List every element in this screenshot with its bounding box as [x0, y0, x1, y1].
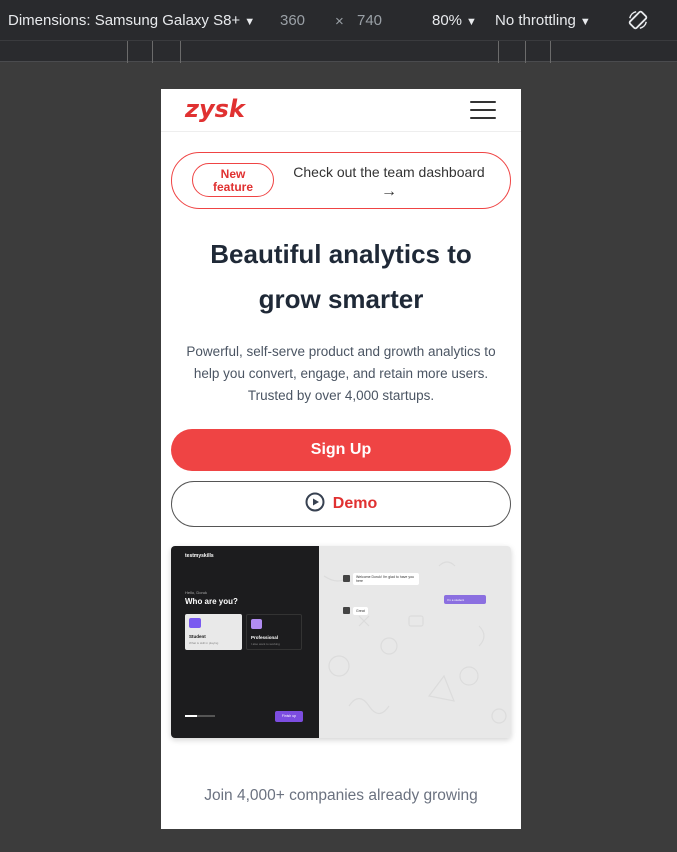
card1-subtitle: What is skill in playing	[189, 641, 219, 645]
announcement-banner[interactable]: New feature Check out the team dashboard…	[171, 152, 511, 209]
dimensions-label: Dimensions: Samsung Galaxy S8+	[8, 12, 241, 29]
preview-user-reply: I'm a student	[444, 595, 486, 604]
ruler-tick	[550, 41, 551, 63]
zysk-logo[interactable]: zysk	[183, 95, 255, 125]
preview-chat-panel: Welcome Doruk! I'm glad to have you here…	[319, 546, 511, 738]
new-feature-badge: New feature	[192, 163, 274, 197]
hero-headline: Beautiful analytics to grow smarter	[210, 239, 472, 314]
ruler-tick	[525, 41, 526, 63]
arrow-right-icon: →	[381, 183, 397, 200]
dimensions-dropdown[interactable]: Dimensions: Samsung Galaxy S8+ ▼	[8, 12, 255, 29]
product-preview-image: testmyskills Hello, Doruk Who are you? S…	[171, 546, 511, 738]
preview-progress-bar	[185, 715, 215, 717]
times-icon: ×	[335, 13, 344, 30]
badge-line2: feature	[212, 180, 253, 194]
throttling-label: No throttling	[495, 12, 576, 29]
menu-line	[470, 117, 496, 119]
ruler-tick	[180, 41, 181, 63]
preview-student-card: Student What is skill in playing	[185, 614, 242, 650]
chevron-down-icon: ▼	[579, 16, 591, 28]
chevron-down-icon: ▼	[466, 16, 477, 28]
device-viewport: zysk New feature Check out the team dash…	[161, 89, 521, 829]
card1-title: Student	[189, 634, 206, 639]
preview-onboarding-panel: testmyskills Hello, Doruk Who are you? S…	[171, 546, 319, 738]
logo-text: zysk	[184, 95, 247, 123]
ruler-tick	[152, 41, 153, 63]
bot-avatar	[343, 575, 350, 582]
preview-bot-message-2: Great	[353, 607, 368, 615]
ruler-tick	[498, 41, 499, 63]
site-navbar: zysk	[161, 89, 521, 132]
bot-avatar	[343, 607, 350, 614]
preview-brand: testmyskills	[185, 553, 214, 559]
media-query-bar	[0, 40, 677, 63]
banner-text: Check out the team dashboard	[293, 164, 485, 180]
preview-bot-message: Welcome Doruk! I'm glad to have you here	[353, 573, 419, 585]
banner-link[interactable]: Check out the team dashboard →	[284, 162, 494, 202]
briefcase-icon	[251, 619, 262, 629]
throttling-dropdown[interactable]: No throttling ▼	[495, 12, 591, 29]
progress-fill	[185, 715, 197, 717]
menu-line	[470, 101, 496, 103]
play-circle-icon	[305, 492, 325, 512]
width-input[interactable]: 360	[280, 12, 305, 29]
menu-line	[470, 109, 496, 111]
social-proof-text: Join 4,000+ companies already growing	[204, 787, 478, 804]
chevron-down-icon: ▼	[244, 16, 256, 28]
demo-label: Demo	[332, 495, 378, 512]
hamburger-menu-icon[interactable]	[470, 101, 496, 121]
card2-subtitle: I also want to working	[251, 642, 280, 646]
height-input[interactable]: 740	[357, 12, 382, 29]
hero-subtext: Powerful, self-serve product and growth …	[186, 344, 496, 403]
zoom-label: 80%	[432, 12, 463, 29]
sign-up-button[interactable]: Sign Up	[171, 429, 511, 471]
student-icon	[189, 618, 201, 628]
preview-greeting: Hello, Doruk	[185, 590, 208, 595]
zoom-dropdown[interactable]: 80% ▼	[432, 12, 477, 29]
rotate-icon[interactable]	[627, 9, 649, 31]
preview-professional-card: Professional I also want to working	[246, 614, 302, 650]
card2-title: Professional	[251, 635, 279, 640]
preview-next-button: Finish up	[275, 711, 303, 722]
preview-question: Who are you?	[185, 597, 238, 606]
ruler-tick	[127, 41, 128, 63]
devtools-device-toolbar: Dimensions: Samsung Galaxy S8+ ▼ 360 × 74…	[0, 0, 677, 40]
demo-button[interactable]: Demo	[171, 481, 511, 527]
